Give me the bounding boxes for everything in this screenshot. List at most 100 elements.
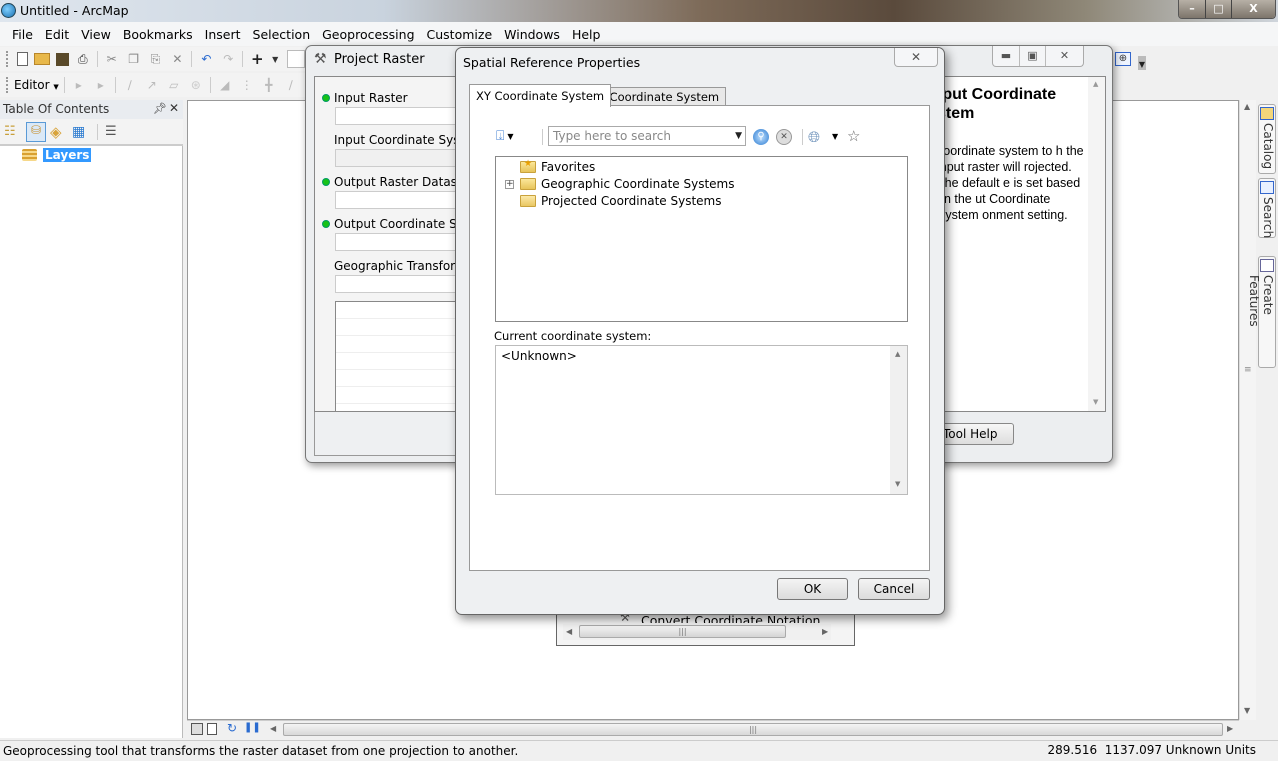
toc-layer-item[interactable]: Layers <box>22 148 92 162</box>
maximize-button[interactable]: ▣ <box>1019 46 1045 66</box>
list-row[interactable] <box>336 353 461 370</box>
transformation-list[interactable] <box>335 301 461 411</box>
menu-edit[interactable]: Edit <box>39 27 75 42</box>
toolbar-grip[interactable] <box>6 51 9 67</box>
toolbar-options-icon[interactable]: ▼ <box>1138 56 1146 70</box>
open-folder-icon[interactable] <box>33 53 50 65</box>
redo-icon[interactable]: ↷ <box>220 51 236 67</box>
toc-close-icon[interactable]: ✕ <box>169 101 179 115</box>
zoom-window-icon[interactable]: ⊕ <box>1115 52 1131 66</box>
delete-icon[interactable]: ✕ <box>170 51 186 67</box>
scroll-left-arrow-icon[interactable]: ◀ <box>270 724 276 733</box>
map-scale-field[interactable] <box>287 50 306 68</box>
map-vertical-scrollbar[interactable]: ▲ ≡ ▼ <box>1239 100 1256 720</box>
help-vertical-scrollbar[interactable]: ▲ ▼ <box>1088 77 1105 411</box>
scroll-right-arrow-icon[interactable]: ▶ <box>822 627 828 636</box>
add-coordinate-system-globe-icon[interactable]: 🌐︎ <box>808 128 820 146</box>
copy-icon[interactable]: ❐ <box>126 51 142 67</box>
scroll-down-arrow-icon[interactable]: ▼ <box>895 480 900 488</box>
menu-customize[interactable]: Customize <box>421 27 499 42</box>
scroll-down-arrow-icon[interactable]: ▼ <box>1093 398 1098 406</box>
print-icon[interactable]: ⎙ <box>75 51 91 67</box>
clear-search-icon[interactable]: ✕ <box>776 129 792 145</box>
output-coordinate-system-field[interactable] <box>335 233 461 251</box>
new-document-icon[interactable] <box>17 52 28 66</box>
horizontal-scrollbar[interactable]: ◀ ||| ▶ <box>563 624 831 640</box>
minimize-button[interactable]: ▬ <box>993 46 1019 66</box>
search-icon[interactable]: ⚲ <box>753 129 769 145</box>
tree-node-geographic[interactable]: Geographic Coordinate Systems <box>520 177 735 191</box>
list-by-source-icon[interactable]: ⛁ <box>26 121 46 142</box>
coordinate-system-tree[interactable]: ★ Favorites + Geographic Coordinate Syst… <box>495 156 908 322</box>
pin-icon[interactable]: 📌︎ <box>153 102 167 115</box>
close-button[interactable]: ✕ <box>894 48 938 67</box>
undo-icon[interactable]: ↶ <box>198 51 214 67</box>
edit-vertices-icon[interactable]: ◢ <box>217 77 233 93</box>
menu-insert[interactable]: Insert <box>199 27 247 42</box>
menu-help[interactable]: Help <box>566 27 607 42</box>
textbox-vertical-scrollbar[interactable]: ▲ ▼ <box>890 346 907 494</box>
scroll-up-arrow-icon[interactable]: ▲ <box>895 350 900 358</box>
scroll-down-arrow-icon[interactable]: ▼ <box>1244 706 1250 715</box>
pause-drawing-icon[interactable]: ❚❚ <box>244 722 261 733</box>
current-coordinate-system-textbox[interactable]: <Unknown> ▲ ▼ <box>495 345 908 495</box>
endpoint-arc-icon[interactable]: ↗ <box>144 77 160 93</box>
output-raster-dataset-field[interactable] <box>335 191 461 209</box>
scroll-right-arrow-icon[interactable]: ▶ <box>1227 724 1233 733</box>
trace-icon[interactable]: ▱ <box>166 77 182 93</box>
split-icon[interactable]: ╋ <box>261 77 277 93</box>
list-row[interactable] <box>336 302 461 319</box>
dock-tab-search[interactable]: Search <box>1258 178 1276 238</box>
minimize-button[interactable]: – <box>1179 0 1205 18</box>
menu-view[interactable]: View <box>75 27 117 42</box>
point-icon[interactable]: ⊛ <box>188 77 204 93</box>
dock-tab-catalog[interactable]: Catalog <box>1258 104 1276 174</box>
menu-selection[interactable]: Selection <box>247 27 317 42</box>
filter-dropdown[interactable]: ⍗ ▼ <box>496 128 514 144</box>
input-raster-field[interactable] <box>335 107 461 125</box>
layers-label[interactable]: Layers <box>43 148 92 162</box>
scroll-left-arrow-icon[interactable]: ◀ <box>566 627 572 636</box>
add-to-favorites-icon[interactable]: ☆ <box>847 127 860 145</box>
tool-help-button[interactable]: Tool Help <box>942 423 1014 445</box>
list-by-drawing-order-icon[interactable]: ☷ <box>4 124 22 140</box>
refresh-icon[interactable]: ↻ <box>227 721 237 735</box>
toolbar-grip[interactable] <box>6 77 9 93</box>
scroll-up-arrow-icon[interactable]: ▲ <box>1244 102 1250 111</box>
list-row[interactable] <box>336 319 461 336</box>
tree-node-favorites[interactable]: ★ Favorites <box>520 159 595 174</box>
list-by-selection-icon[interactable]: ▦ <box>72 124 90 140</box>
map-horizontal-scroll-thumb[interactable]: ||| <box>283 723 1223 736</box>
chevron-down-icon[interactable]: ▼ <box>735 131 742 141</box>
scroll-thumb[interactable]: ||| <box>579 625 786 638</box>
ok-button[interactable]: OK <box>777 578 848 600</box>
scroll-up-arrow-icon[interactable]: ▲ <box>1093 80 1098 88</box>
tree-node-projected[interactable]: Projected Coordinate Systems <box>520 194 721 208</box>
menu-bookmarks[interactable]: Bookmarks <box>117 27 199 42</box>
list-row[interactable] <box>336 387 461 404</box>
chevron-down-icon[interactable]: ▼ <box>832 132 838 141</box>
editor-menu[interactable]: Editor ▼ <box>14 78 59 92</box>
dock-tab-create-features[interactable]: Create Features <box>1247 256 1276 368</box>
search-input[interactable]: Type here to search ▼ <box>548 126 746 146</box>
maximize-button[interactable]: □ <box>1205 0 1231 18</box>
tab-xy-coordinate-system[interactable]: XY Coordinate System <box>469 84 612 107</box>
geographic-transformation-field[interactable] <box>335 275 461 293</box>
cancel-button[interactable]: Cancel <box>858 578 930 600</box>
close-button[interactable]: ✕ <box>1045 46 1083 66</box>
menu-windows[interactable]: Windows <box>498 27 566 42</box>
add-data-icon[interactable]: + <box>249 50 265 68</box>
list-by-visibility-icon[interactable]: ◈ <box>50 123 68 141</box>
edit-annotation-icon[interactable]: ▸ <box>93 77 109 93</box>
cut-polygons-icon[interactable]: ∕ <box>283 77 299 93</box>
tab-z-coordinate-system[interactable]: Z Coordinate System <box>591 87 727 106</box>
list-row[interactable] <box>336 370 461 387</box>
input-coordinate-system-field[interactable] <box>335 149 461 167</box>
expand-icon[interactable]: + <box>505 180 514 189</box>
options-icon[interactable]: ☰ <box>105 124 121 139</box>
scroll-thumb-grip[interactable]: ≡ <box>1244 365 1252 375</box>
menu-geoprocessing[interactable]: Geoprocessing <box>316 27 420 42</box>
straight-segment-icon[interactable]: ∕ <box>122 77 138 93</box>
list-row[interactable] <box>336 336 461 353</box>
save-icon[interactable] <box>55 52 69 66</box>
